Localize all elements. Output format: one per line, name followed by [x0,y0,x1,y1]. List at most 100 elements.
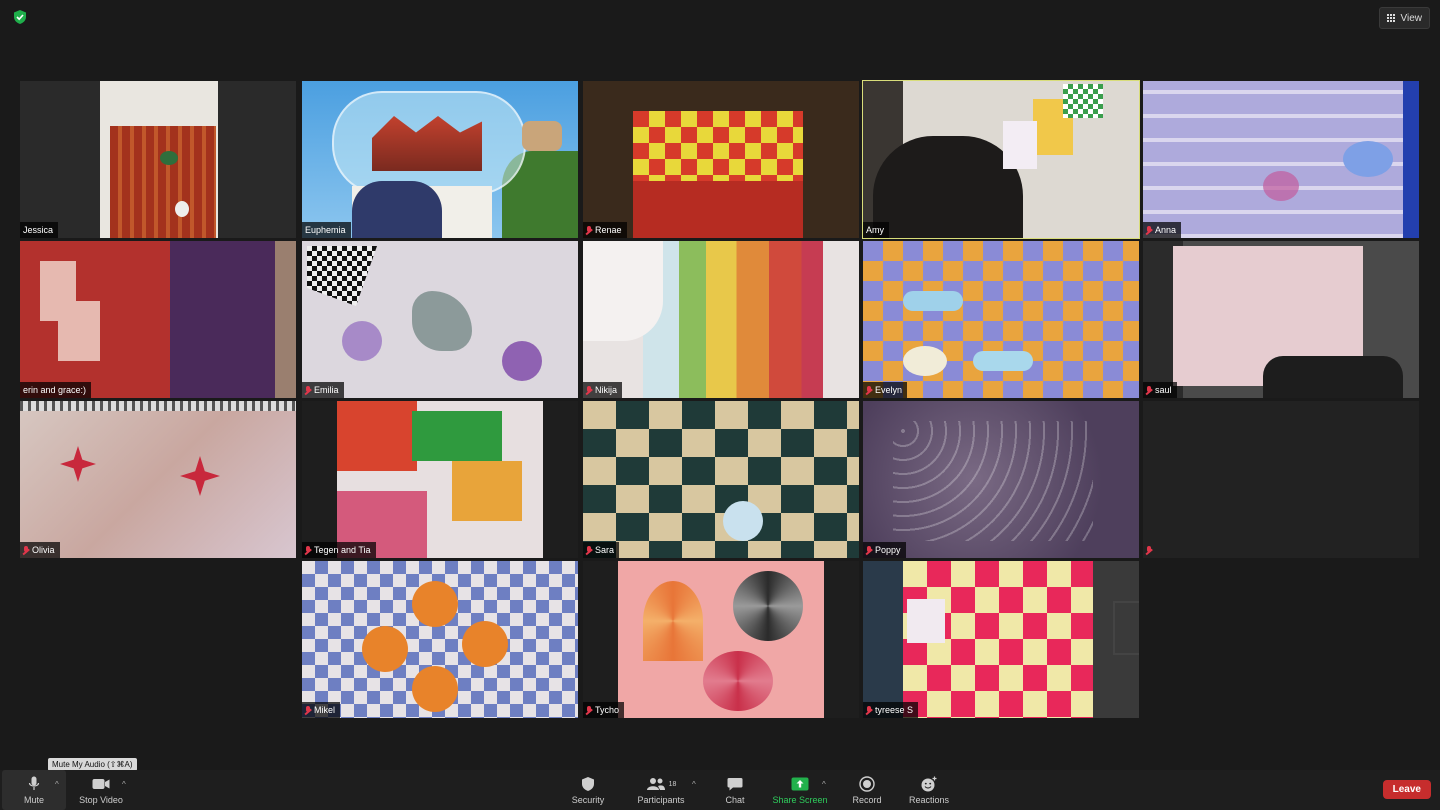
view-button[interactable]: View [1378,7,1430,29]
video-tile-active-speaker[interactable]: Amy [862,80,1140,239]
participant-name: Tycho [595,705,620,715]
video-options-caret-icon[interactable]: ^ [122,780,126,789]
security-shield-icon[interactable] [12,9,28,25]
participant-name-tag: Sara [583,542,620,558]
security-label: Security [571,795,605,805]
muted-mic-icon [586,385,592,395]
muted-mic-icon [1146,385,1152,395]
video-tile[interactable]: Anna [1143,81,1419,238]
participant-name-tag: tyreese S [863,702,919,718]
stop-video-label: Stop Video [79,795,123,805]
participant-name-tag: Tycho [583,702,625,718]
record-label: Record [852,795,882,805]
video-tile[interactable]: Jessica [20,81,296,238]
participant-name: Anna [1155,225,1177,235]
participant-name: Emilia [314,385,339,395]
participant-name: Renae [595,225,622,235]
muted-mic-icon [866,705,872,715]
video-tile[interactable]: Olivia [20,401,296,558]
audio-options-caret-icon[interactable]: ^ [55,780,59,789]
video-tile[interactable]: Tycho [583,561,859,718]
video-tile[interactable]: Renae [583,81,859,238]
video-tile[interactable]: Sara [583,401,859,558]
muted-mic-icon [1146,545,1152,555]
participant-name: Euphemia [305,225,346,235]
muted-mic-icon [586,705,592,715]
participants-icon: 18 [646,775,677,793]
muted-mic-icon [866,385,872,395]
share-screen-icon [791,775,809,793]
record-button[interactable]: Record [845,770,889,810]
participant-name-tag: Tegen and Tia [302,542,376,558]
security-button[interactable]: Security [563,770,613,810]
participant-name: tyreese S [875,705,914,715]
participant-name: Mikel [314,705,336,715]
participant-name-tag: Jessica [20,222,59,238]
view-label: View [1400,12,1423,24]
participant-name-tag: Renae [583,222,627,238]
video-tile[interactable]: Euphemia [302,81,578,238]
share-screen-button[interactable]: Share Screen [768,770,832,810]
video-camera-icon [92,775,110,793]
chat-bubble-icon [727,775,743,793]
participant-name: Nikija [595,385,618,395]
video-tile-no-video[interactable] [1143,401,1419,558]
participant-name-tag: Mikel [302,702,341,718]
shield-icon [581,775,595,793]
muted-mic-icon [305,385,311,395]
share-options-caret-icon[interactable]: ^ [822,780,826,789]
leave-button[interactable]: Leave [1382,780,1431,799]
reactions-label: Reactions [908,795,950,805]
participant-name-tag: Evelyn [863,382,908,398]
video-tile[interactable]: Emilia [302,241,578,398]
participant-name-tag: saul [1143,382,1177,398]
muted-mic-icon [1146,225,1152,235]
video-tile[interactable]: saul [1143,241,1419,398]
participant-name-tag: Olivia [20,542,60,558]
participant-name-tag [1143,542,1160,558]
muted-mic-icon [586,225,592,235]
microphone-icon [28,775,40,793]
participant-name: Amy [866,225,884,235]
participant-name: saul [1155,385,1172,395]
video-tile[interactable]: Tegen and Tia [302,401,578,558]
video-tile[interactable]: Nikija [583,241,859,398]
participant-name-tag: Amy [863,222,889,238]
emoji-plus-icon [920,775,938,793]
participant-name-tag: Poppy [863,542,906,558]
muted-mic-icon [305,705,311,715]
video-tile[interactable]: Mikel [302,561,578,718]
participant-name: Evelyn [875,385,903,395]
chat-label: Chat [725,795,745,805]
participant-name: Poppy [875,545,901,555]
muted-mic-icon [586,545,592,555]
participant-name-tag: erin and grace:) [20,382,92,398]
video-tile[interactable]: Evelyn [863,241,1139,398]
participant-name-tag: Emilia [302,382,344,398]
video-gallery: Jessica Euphemia Renae Amy Anna erin and… [20,80,1420,721]
participant-name: Sara [595,545,615,555]
record-icon [859,775,875,793]
reactions-button[interactable]: Reactions [903,770,955,810]
participant-name: Tegen and Tia [314,545,371,555]
video-tile[interactable]: Poppy [863,401,1139,558]
video-tile[interactable]: erin and grace:) [20,241,296,398]
video-tile[interactable]: tyreese S [863,561,1139,718]
participant-name-tag: Nikija [583,382,623,398]
participants-label: Participants [637,795,685,805]
mute-button[interactable]: Mute [2,770,66,810]
participant-name: Olivia [32,545,55,555]
participant-name-tag: Anna [1143,222,1182,238]
participants-count: 18 [668,780,677,788]
participant-name: Jessica [23,225,54,235]
chat-button[interactable]: Chat [715,770,755,810]
participant-name-tag: Euphemia [302,222,351,238]
muted-mic-icon [866,545,872,555]
muted-mic-icon [23,545,29,555]
participants-button[interactable]: 18 Participants [630,770,692,810]
participants-options-caret-icon[interactable]: ^ [692,780,696,789]
participant-name: erin and grace:) [23,385,87,395]
stop-video-button[interactable]: Stop Video [72,770,130,810]
share-screen-label: Share Screen [772,795,828,805]
grid-icon [1386,13,1396,23]
